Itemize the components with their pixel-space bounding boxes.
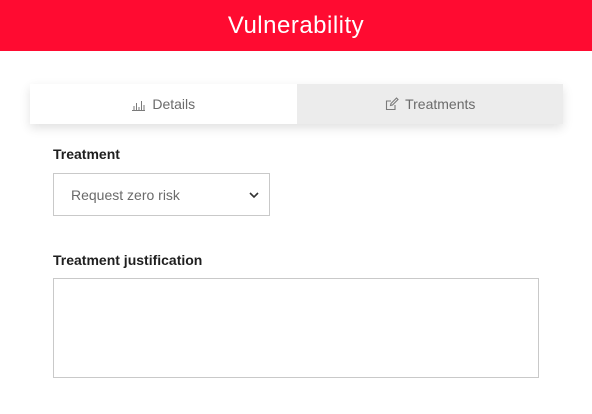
treatment-justification-textarea[interactable]: [53, 278, 539, 378]
bar-chart-icon: [131, 97, 146, 112]
treatment-select[interactable]: Request zero risk: [53, 173, 270, 216]
chevron-down-icon: [249, 191, 259, 199]
tab-details-label: Details: [152, 96, 196, 112]
tab-treatments-label: Treatments: [405, 96, 476, 112]
treatment-select-value: Request zero risk: [71, 186, 180, 203]
treatment-label: Treatment: [53, 146, 120, 162]
edit-icon: [384, 97, 399, 112]
page-header: Vulnerability: [0, 0, 592, 51]
tab-bar: Details Treatments: [30, 84, 563, 124]
tab-treatments[interactable]: Treatments: [296, 84, 563, 124]
treatment-justification-label: Treatment justification: [53, 252, 203, 268]
tab-details[interactable]: Details: [30, 84, 297, 124]
page-title: Vulnerability: [227, 11, 365, 39]
